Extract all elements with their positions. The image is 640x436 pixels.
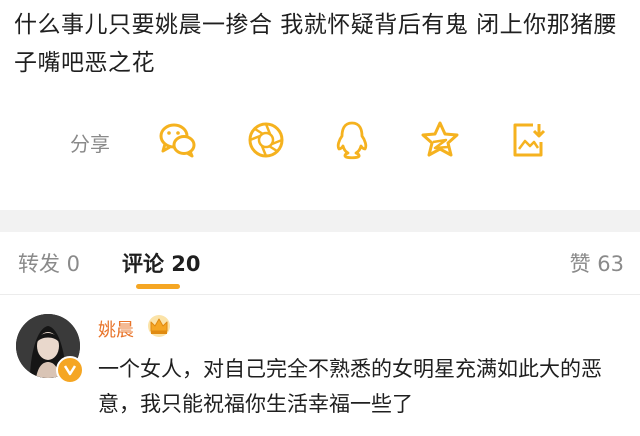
moments-icon[interactable]	[244, 118, 288, 162]
section-divider	[0, 210, 640, 232]
post-text: 什么事儿只要姚晨一掺合 我就怀疑背后有鬼 闭上你那猪腰子嘴吧恶之花	[14, 12, 618, 76]
comment-item: 姚晨 一个女人，对自己完全不熟悉的女明星充满如此大的恶意，我只能祝福你生活幸福一…	[0, 296, 640, 436]
wechat-icon[interactable]	[156, 118, 200, 162]
comment-text: 一个女人，对自己完全不熟悉的女明星充满如此大的恶意，我只能祝福你生活幸福一些了	[98, 357, 602, 416]
active-tab-indicator	[136, 284, 180, 289]
qq-icon[interactable]	[330, 118, 374, 162]
crown-icon	[146, 314, 172, 338]
tab-likes[interactable]: 赞 63	[570, 248, 624, 278]
save-image-icon[interactable]	[506, 118, 550, 162]
tab-comments[interactable]: 评论 20	[122, 248, 201, 278]
tab-repost[interactable]: 转发 0	[18, 248, 80, 278]
qzone-star-icon[interactable]	[418, 118, 462, 162]
share-label: 分享	[70, 132, 110, 156]
interaction-tabs: 转发 0 评论 20 赞 63	[0, 232, 640, 295]
share-row: 分享	[0, 112, 640, 168]
comment-username[interactable]: 姚晨	[98, 316, 134, 342]
verified-badge-icon	[56, 356, 84, 384]
